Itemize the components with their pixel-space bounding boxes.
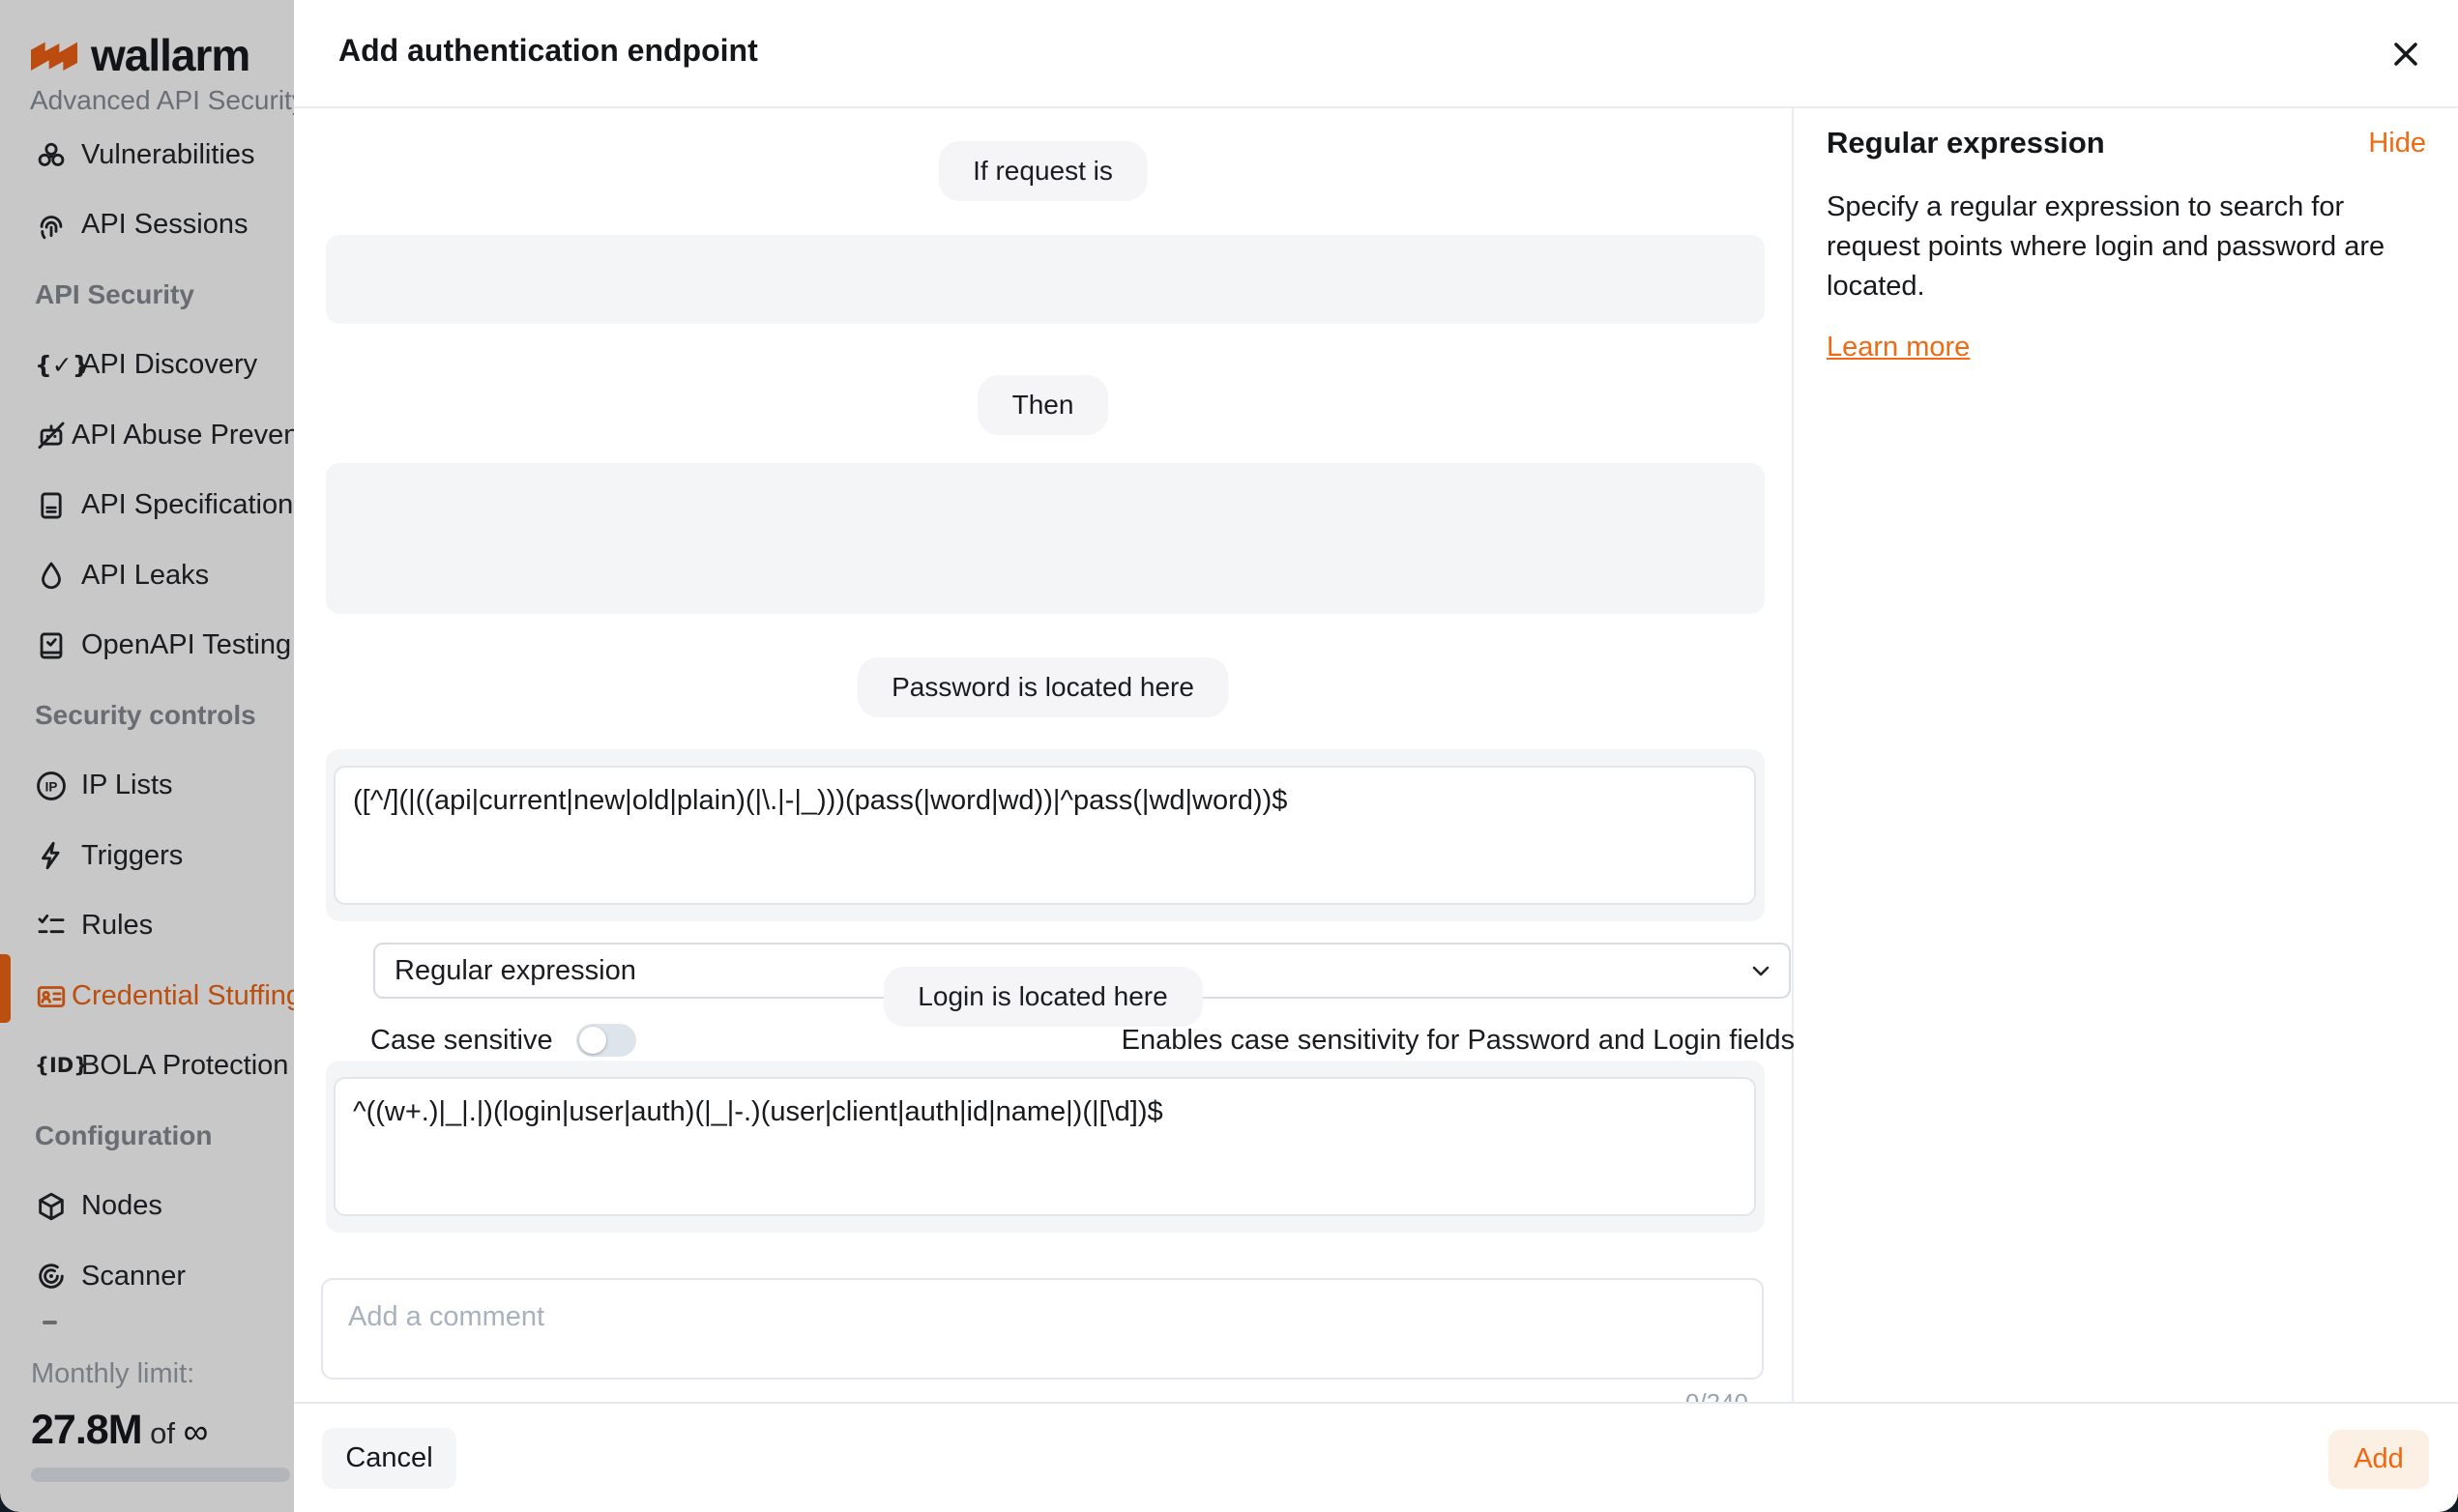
sidebar-item-openapi-testing[interactable]: OpenAPI Testing xyxy=(0,611,294,682)
sidebar-item-label: Scanner xyxy=(77,1261,186,1293)
modal-content: If request is — /**/{{login|auth}}.* xyxy=(294,0,1792,1402)
sidebar-item-label: Rules xyxy=(77,910,153,942)
monthly-limit-progressbar xyxy=(31,1468,290,1482)
case-sensitive-toggle[interactable] xyxy=(576,1024,636,1057)
password-regex-container: ([^/](|((api|current|new|old|plain)(|\.|… xyxy=(326,749,1765,921)
help-panel: Regular expression Hide Specify a regula… xyxy=(1827,126,2426,363)
sidebar-item-label: API Specification xyxy=(77,489,293,521)
droplet-icon xyxy=(35,559,77,592)
svg-text:IP: IP xyxy=(45,779,58,794)
collapsed-item-dash xyxy=(43,1321,57,1324)
braces-check-icon: {✓} xyxy=(35,353,77,377)
book-check-icon xyxy=(35,629,77,662)
cancel-button[interactable]: Cancel xyxy=(322,1428,456,1489)
robot-off-icon xyxy=(35,419,68,451)
close-icon[interactable] xyxy=(2388,37,2423,72)
learn-more-link[interactable]: Learn more xyxy=(1827,332,1970,363)
document-icon xyxy=(35,489,77,522)
sidebar-item-rules[interactable]: Rules xyxy=(0,891,294,962)
sidebar-item-label: API Leaks xyxy=(77,560,209,592)
sidebar-item-bola-protection[interactable]: {ID}BOLA Protection xyxy=(0,1032,294,1102)
password-location-pill: Password is located here xyxy=(857,657,1229,717)
sidebar-item-ip-lists[interactable]: IP IP Lists xyxy=(0,751,294,822)
monthly-limit-value: 27.8M of ∞ xyxy=(31,1407,208,1454)
sidebar-item-nodes[interactable]: Nodes xyxy=(0,1172,294,1242)
then-pill: Then xyxy=(978,375,1109,435)
sidebar-item-api-abuse-prevention[interactable]: API Abuse Prevention xyxy=(0,400,294,471)
help-description: Specify a regular expression to search f… xyxy=(1827,188,2407,306)
brand-name: wallarm xyxy=(91,29,249,81)
sidebar-item-label: Nodes xyxy=(77,1190,162,1222)
chevron-down-icon xyxy=(1752,966,1770,976)
sidebar-item-api-specification[interactable]: API Specification xyxy=(0,471,294,541)
sidebar-section-api-security: API Security xyxy=(0,260,294,331)
infinity-symbol: ∞ xyxy=(184,1411,209,1451)
comment-input[interactable] xyxy=(321,1278,1764,1380)
login-regex-container: ^((w+.)|_|.|)(login|user|auth)(|_|-.)(us… xyxy=(326,1061,1765,1233)
action-container: Regular expression Case sensitive Enable… xyxy=(326,463,1765,614)
sidebar: wallarm Advanced API Security Vulnerabil… xyxy=(0,0,294,1512)
modal-footer: Cancel Add xyxy=(294,1402,2458,1512)
brand: wallarm xyxy=(29,29,249,81)
sidebar-section-security-controls: Security controls xyxy=(0,681,294,751)
condition-container: — /**/{{login|auth}}.* xyxy=(326,235,1765,324)
sidebar-item-triggers[interactable]: Triggers xyxy=(0,821,294,891)
login-regex-input[interactable]: ^((w+.)|_|.|)(login|user|auth)(|_|-.)(us… xyxy=(334,1077,1756,1216)
wallarm-logo-icon xyxy=(29,36,79,74)
app-window: wallarm Advanced API Security Vulnerabil… xyxy=(0,0,2458,1512)
sidebar-item-label: API Discovery xyxy=(77,349,257,381)
sidebar-section-configuration: Configuration xyxy=(0,1101,294,1172)
sidebar-item-label: API Sessions xyxy=(77,209,248,241)
sidebar-item-api-sessions[interactable]: API Sessions xyxy=(0,190,294,261)
add-button[interactable]: Add xyxy=(2328,1430,2429,1489)
sidebar-item-label: Triggers xyxy=(77,840,183,872)
sidebar-item-label: API Abuse Prevention xyxy=(68,420,294,451)
radar-icon xyxy=(35,1260,77,1293)
fingerprint-icon xyxy=(35,209,77,242)
sidebar-item-label: IP Lists xyxy=(77,770,173,801)
if-request-is-pill: If request is xyxy=(938,141,1148,201)
ip-circle-icon: IP xyxy=(35,770,77,802)
login-location-pill: Login is located here xyxy=(883,967,1202,1027)
active-item-indicator xyxy=(0,954,11,1023)
add-auth-endpoint-modal: Add authentication endpoint If request i… xyxy=(294,0,2458,1512)
help-panel-divider xyxy=(1792,107,1794,1402)
sidebar-item-scanner[interactable]: Scanner xyxy=(0,1241,294,1312)
sidebar-item-label: BOLA Protection xyxy=(77,1050,288,1082)
sidebar-menu: VulnerabilitiesAPI SessionsAPI Security{… xyxy=(0,120,294,1312)
case-sensitive-label: Case sensitive xyxy=(370,1025,553,1057)
hide-link[interactable]: Hide xyxy=(2368,128,2426,160)
case-sensitive-hint: Enables case sensitivity for Password an… xyxy=(1122,1025,1795,1057)
sidebar-item-api-discovery[interactable]: {✓}API Discovery xyxy=(0,331,294,401)
sidebar-item-label: OpenAPI Testing xyxy=(77,629,291,661)
braces-id-icon: {ID} xyxy=(35,1056,77,1076)
sidebar-item-label: Vulnerabilities xyxy=(77,139,254,171)
sidebar-item-label: Credential Stuffing xyxy=(68,980,294,1012)
sidebar-item-vulnerabilities[interactable]: Vulnerabilities xyxy=(0,120,294,190)
sidebar-item-credential-stuffing[interactable]: Credential Stuffing xyxy=(0,961,294,1032)
lightning-icon xyxy=(35,839,77,872)
id-card-icon xyxy=(35,979,68,1012)
biohazard-icon xyxy=(35,138,77,171)
brand-subtitle: Advanced API Security xyxy=(30,85,294,116)
hexagon-icon xyxy=(35,1190,77,1223)
monthly-limit-label: Monthly limit: xyxy=(31,1358,194,1390)
help-panel-title: Regular expression xyxy=(1827,126,2426,160)
password-regex-input[interactable]: ([^/](|((api|current|new|old|plain)(|\.|… xyxy=(334,766,1756,905)
sidebar-item-api-leaks[interactable]: API Leaks xyxy=(0,540,294,611)
checklist-icon xyxy=(35,910,77,943)
